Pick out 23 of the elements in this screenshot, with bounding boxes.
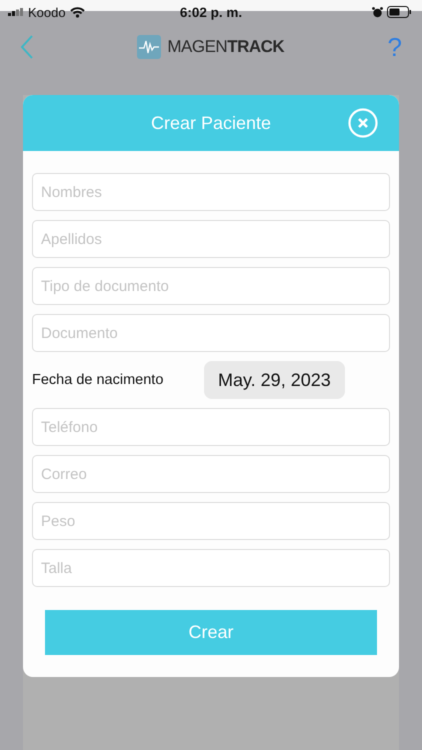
date-label: Fecha de nacimento [32,372,164,388]
modal-title: Crear Paciente [150,112,272,134]
carrier-name: Koodo [28,4,66,20]
input-field[interactable]: Documento [32,314,390,352]
back-icon[interactable] [20,35,34,59]
waveform-logo-icon [137,35,162,59]
input-field[interactable]: Nombres [32,173,390,211]
input-field[interactable]: Peso [32,502,390,540]
wifi-icon [70,6,85,18]
battery-icon [387,6,412,18]
create-button[interactable]: Crear [45,610,377,655]
input-field[interactable]: Teléfono [32,408,390,446]
input-field[interactable]: Talla [32,549,390,587]
input-field[interactable]: Correo [32,455,390,493]
input-field[interactable]: Apellidos [32,220,390,258]
alarm-icon [372,6,383,18]
app-logo-text: MAGENTRACK [167,37,284,57]
input-field[interactable]: Tipo de documento [32,267,390,305]
close-icon[interactable] [348,108,378,138]
date-picker-button[interactable]: May. 29, 2023 [204,361,345,399]
signal-icon [8,8,24,16]
help-button[interactable]: ? [388,32,402,62]
status-time: 6:02 p. m. [180,4,242,20]
